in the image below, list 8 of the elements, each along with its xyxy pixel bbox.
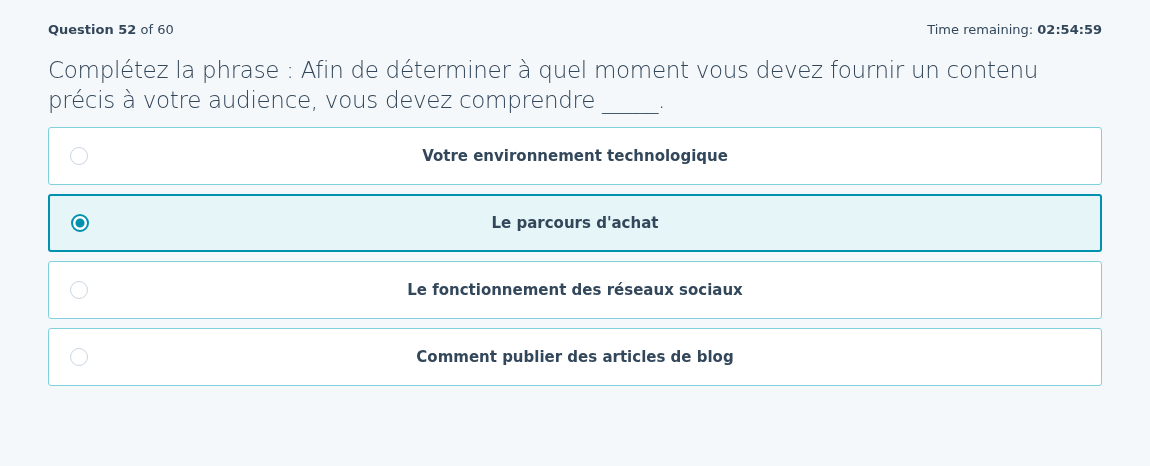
answer-option[interactable]: Comment publier des articles de blog	[48, 328, 1102, 386]
answer-option[interactable]: Le parcours d'achat	[48, 194, 1102, 252]
radio-button[interactable]	[71, 214, 89, 232]
answer-option[interactable]: Votre environnement technologique	[48, 127, 1102, 185]
question-text: Complétez la phrase : Afin de déterminer à quel moment vous devez fournir un contenu précis à votre audience, vous devez comprendre _____.	[48, 56, 1040, 115]
question-counter: Question 52 of 60	[48, 22, 174, 37]
time-remaining: Time remaining: 02:54:59	[927, 22, 1102, 37]
answer-option[interactable]: Le fonctionnement des réseaux sociaux	[48, 261, 1102, 319]
